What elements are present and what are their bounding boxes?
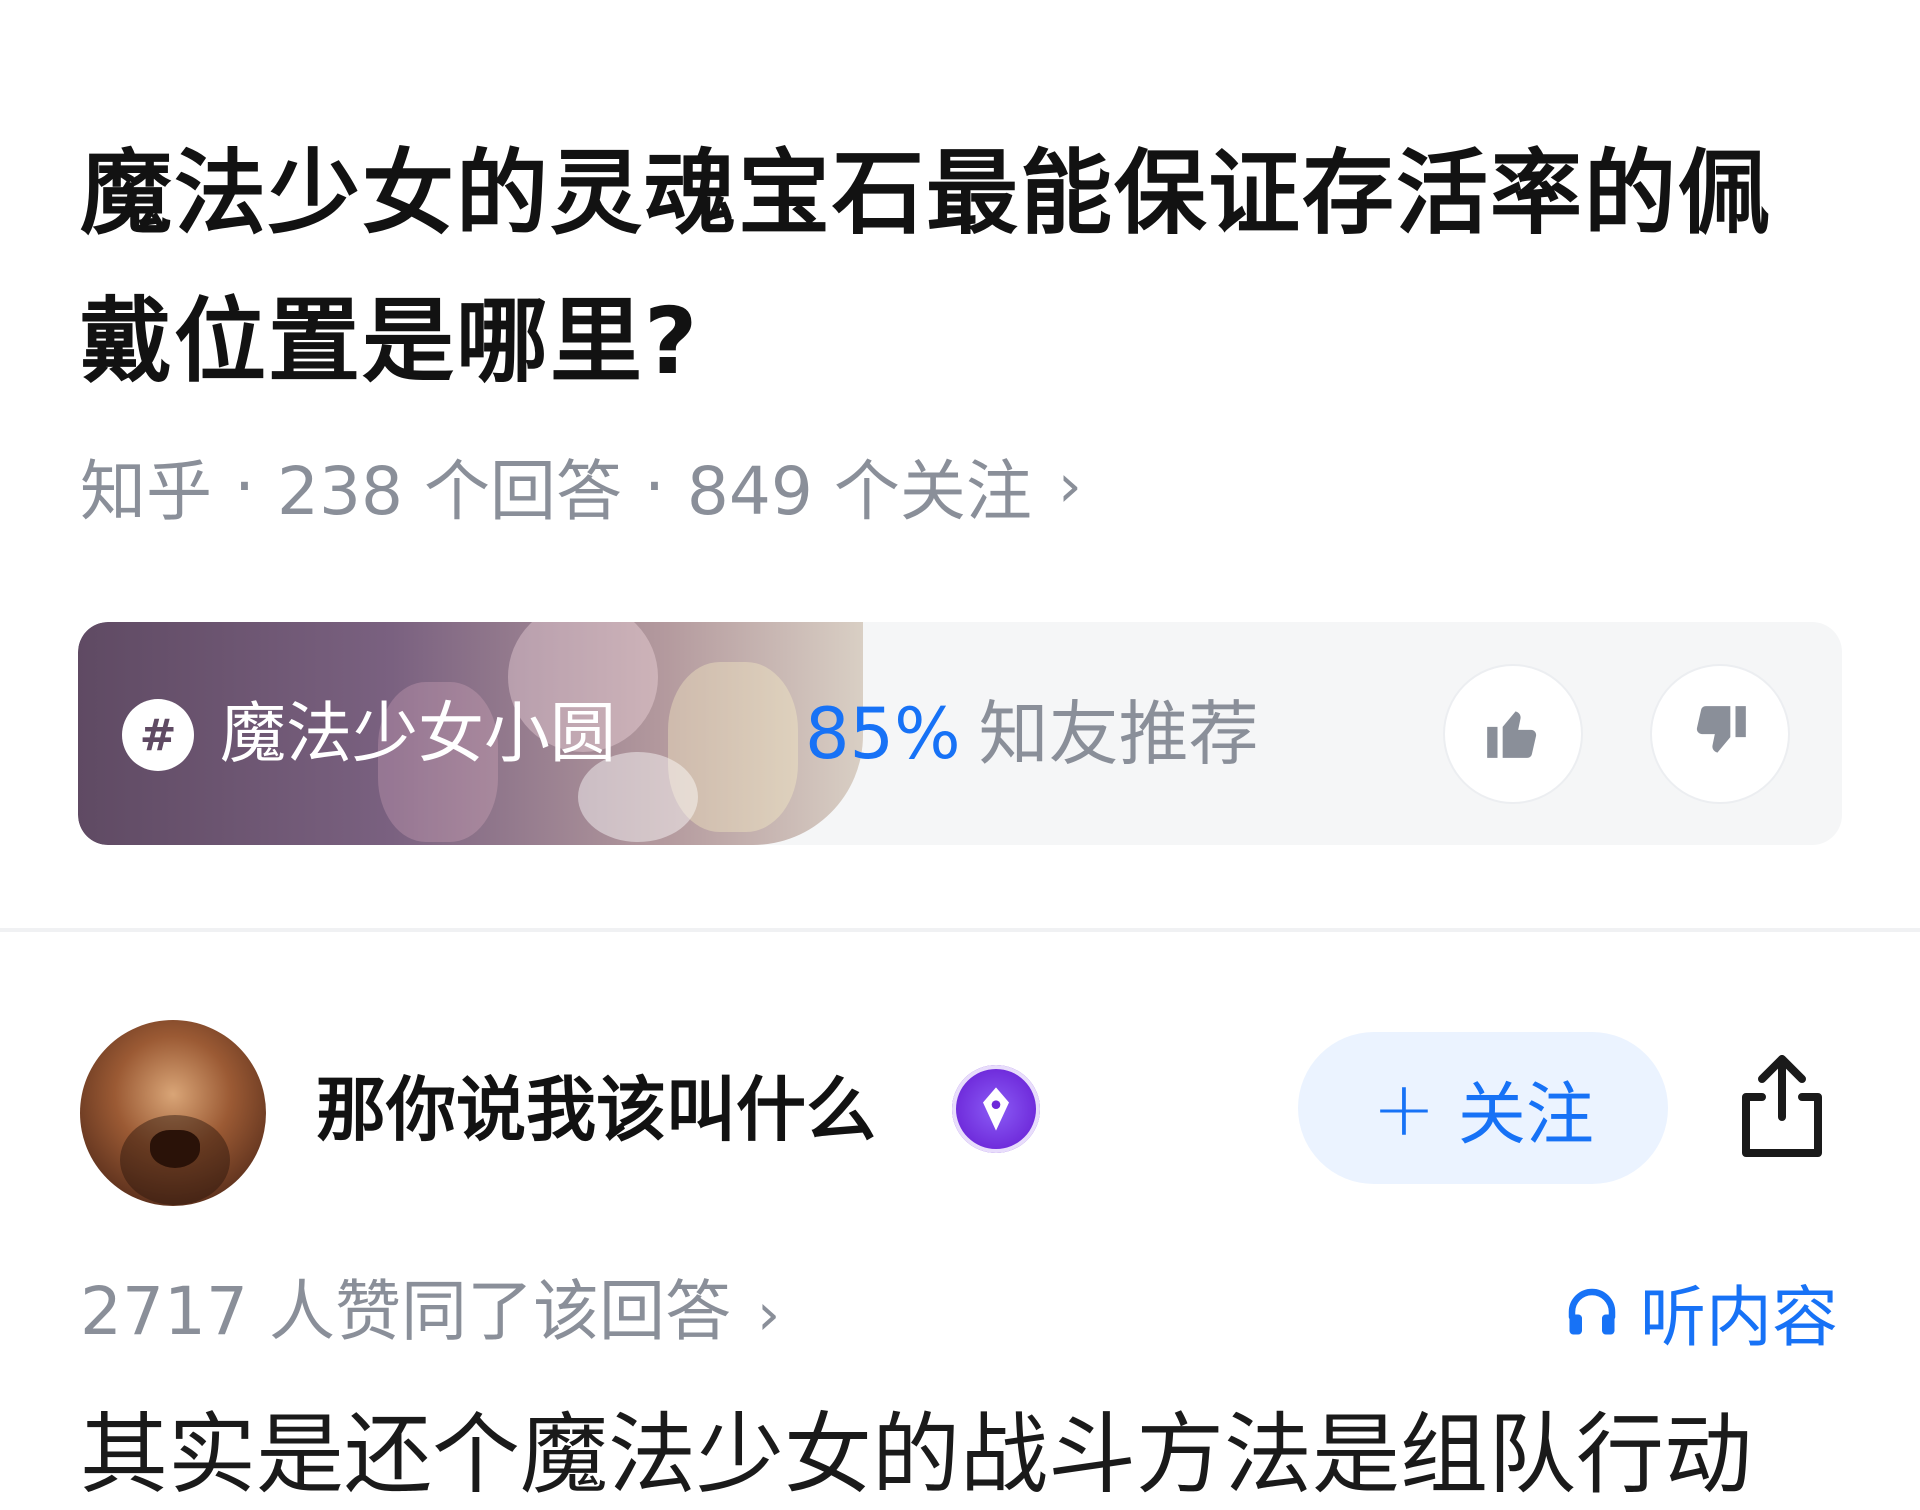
thumbs-down-button[interactable] [1650, 664, 1790, 804]
share-button[interactable] [1722, 1050, 1842, 1170]
follow-label: 关注 [1457, 1075, 1594, 1155]
recommend-label: 知友推荐 [978, 693, 1259, 775]
chevron-right-icon: › [1057, 451, 1082, 521]
answer-text[interactable]: 其实是还个魔法少女的战斗方法是组队行动 [80, 1400, 1752, 1510]
listen-label: 听内容 [1640, 1279, 1838, 1356]
thumbs-up-button[interactable] [1443, 664, 1583, 804]
recommend-percent: 85% [805, 693, 961, 775]
listen-button[interactable]: 听内容 [1562, 1270, 1838, 1356]
meta-separator: · [234, 447, 255, 525]
avatar[interactable] [80, 1020, 266, 1206]
recommend-rate: 85% 知友推荐 [805, 692, 1259, 776]
pen-badge-icon[interactable] [952, 1065, 1040, 1153]
follow-button[interactable]: + 关注 [1298, 1032, 1668, 1184]
share-icon [1732, 1053, 1832, 1167]
circle-name[interactable]: 魔法少女小圆 [220, 692, 616, 776]
upvote-count[interactable]: 2717 人赞同了该回答 › [80, 1270, 780, 1356]
question-meta[interactable]: 知乎 · 238 个回答 · 849 个关注 › [80, 444, 1082, 531]
author-name[interactable]: 那你说我该叫什么 [316, 1065, 876, 1155]
circle-banner[interactable]: # 魔法少女小圆 [78, 622, 863, 845]
upvote-text: 2717 人赞同了该回答 [80, 1273, 731, 1350]
thumbs-up-icon [1482, 701, 1544, 767]
question-title: 魔法少女的灵魂宝石最能保证存活率的佩戴位置是哪里? [80, 140, 1773, 395]
follower-count: 849 个关注 [686, 453, 1032, 530]
headphones-icon [1568, 1288, 1616, 1335]
plus-icon: + [1372, 1063, 1436, 1153]
meta-separator: · [643, 447, 665, 525]
thumbs-down-icon [1689, 701, 1751, 767]
chevron-right-icon: › [756, 1280, 781, 1348]
section-divider [0, 928, 1920, 932]
hashtag-icon: # [122, 699, 194, 771]
circle-card[interactable]: # 魔法少女小圆 85% 知友推荐 [78, 622, 1842, 845]
question-source: 知乎 [80, 453, 212, 530]
avatar-art [150, 1130, 200, 1168]
answer-count: 238 个回答 [276, 453, 622, 530]
